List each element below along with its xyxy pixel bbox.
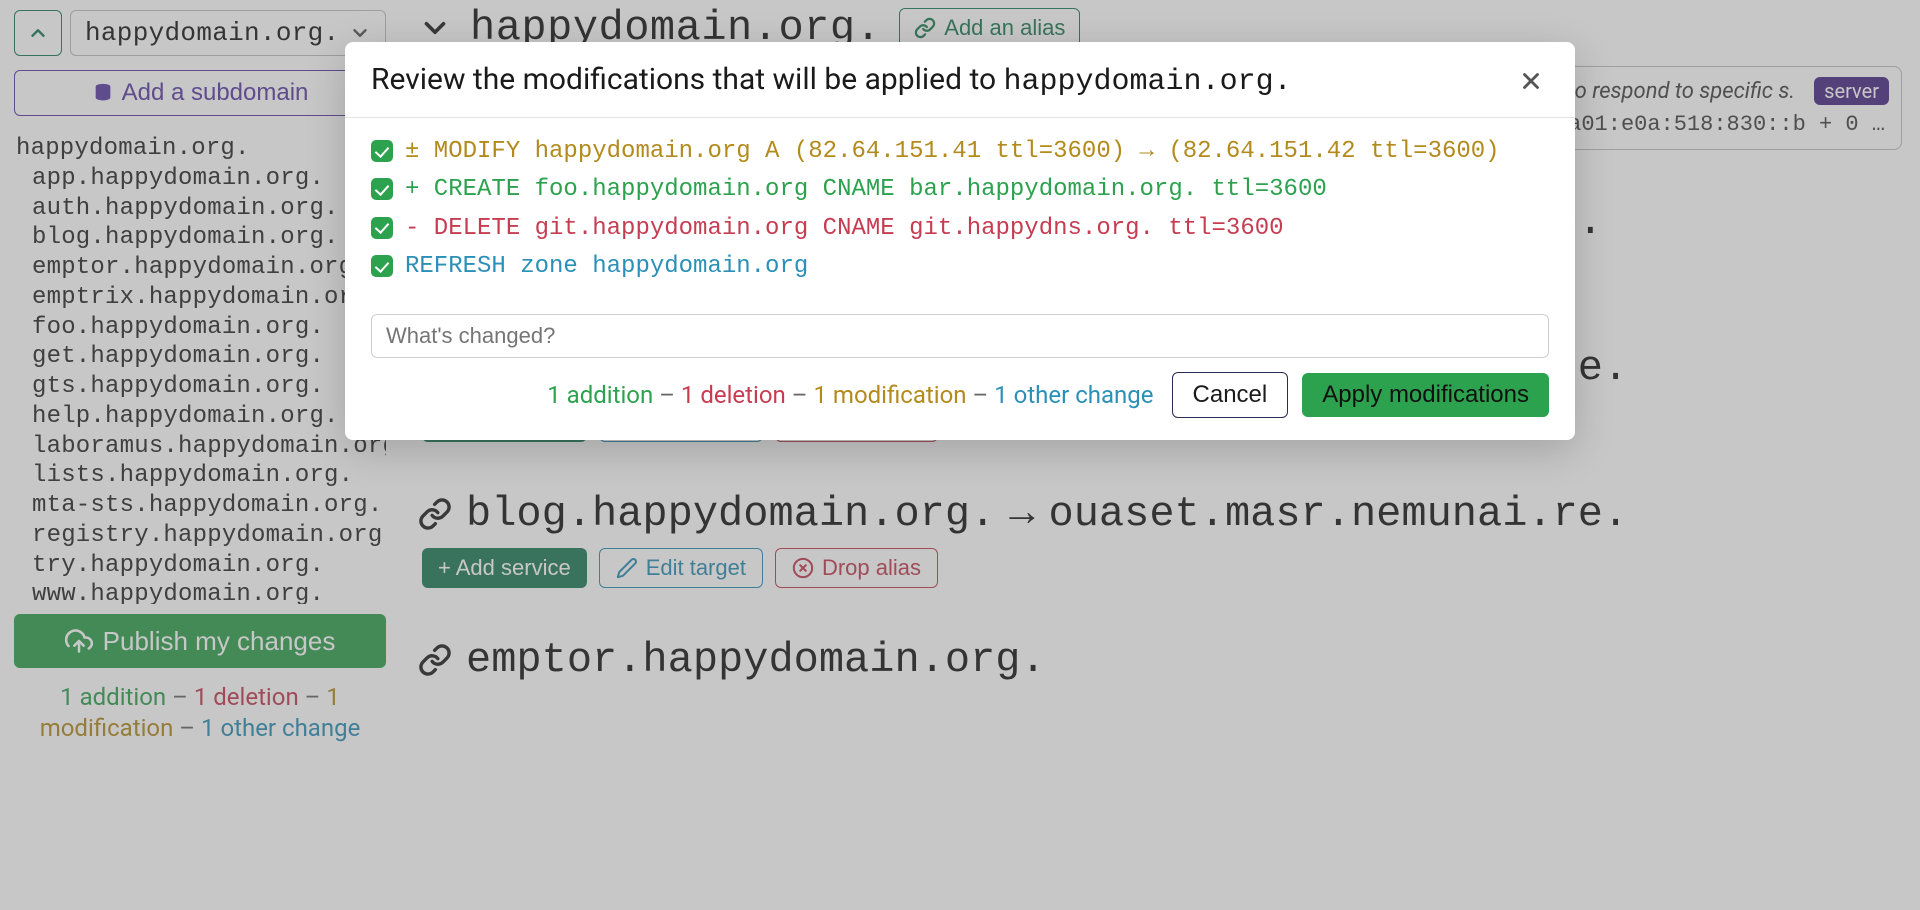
review-modal: Review the modifications that will be ap… bbox=[345, 42, 1575, 440]
checkbox[interactable] bbox=[371, 140, 393, 162]
diff-text: REFRESH zone happydomain.org bbox=[405, 251, 808, 283]
close-button[interactable] bbox=[1513, 63, 1549, 99]
diff-text: - DELETE git.happydomain.org CNAME git.h… bbox=[405, 213, 1284, 245]
checkbox[interactable] bbox=[371, 217, 393, 239]
apply-button[interactable]: Apply modifications bbox=[1302, 373, 1549, 417]
diff-text: ± MODIFY happydomain.org A (82.64.151.41… bbox=[405, 136, 1500, 168]
modal-overlay: Review the modifications that will be ap… bbox=[0, 0, 1920, 910]
diff-row: + CREATE foo.happydomain.org CNAME bar.h… bbox=[371, 174, 1549, 206]
modal-title: Review the modifications that will be ap… bbox=[371, 62, 1292, 99]
diff-list: ± MODIFY happydomain.org A (82.64.151.41… bbox=[345, 118, 1575, 302]
checkbox[interactable] bbox=[371, 178, 393, 200]
diff-row: ± MODIFY happydomain.org A (82.64.151.41… bbox=[371, 136, 1549, 168]
diff-text: + CREATE foo.happydomain.org CNAME bar.h… bbox=[405, 174, 1327, 206]
diff-row: - DELETE git.happydomain.org CNAME git.h… bbox=[371, 213, 1549, 245]
commit-message-input[interactable] bbox=[371, 314, 1549, 358]
cancel-button[interactable]: Cancel bbox=[1172, 372, 1289, 418]
modal-header: Review the modifications that will be ap… bbox=[345, 42, 1575, 118]
diff-row: REFRESH zone happydomain.org bbox=[371, 251, 1549, 283]
modal-summary: 1 addition – 1 deletion – 1 modification… bbox=[547, 381, 1153, 409]
modal-footer: 1 addition – 1 deletion – 1 modification… bbox=[345, 358, 1575, 440]
close-icon bbox=[1518, 68, 1544, 94]
checkbox[interactable] bbox=[371, 255, 393, 277]
